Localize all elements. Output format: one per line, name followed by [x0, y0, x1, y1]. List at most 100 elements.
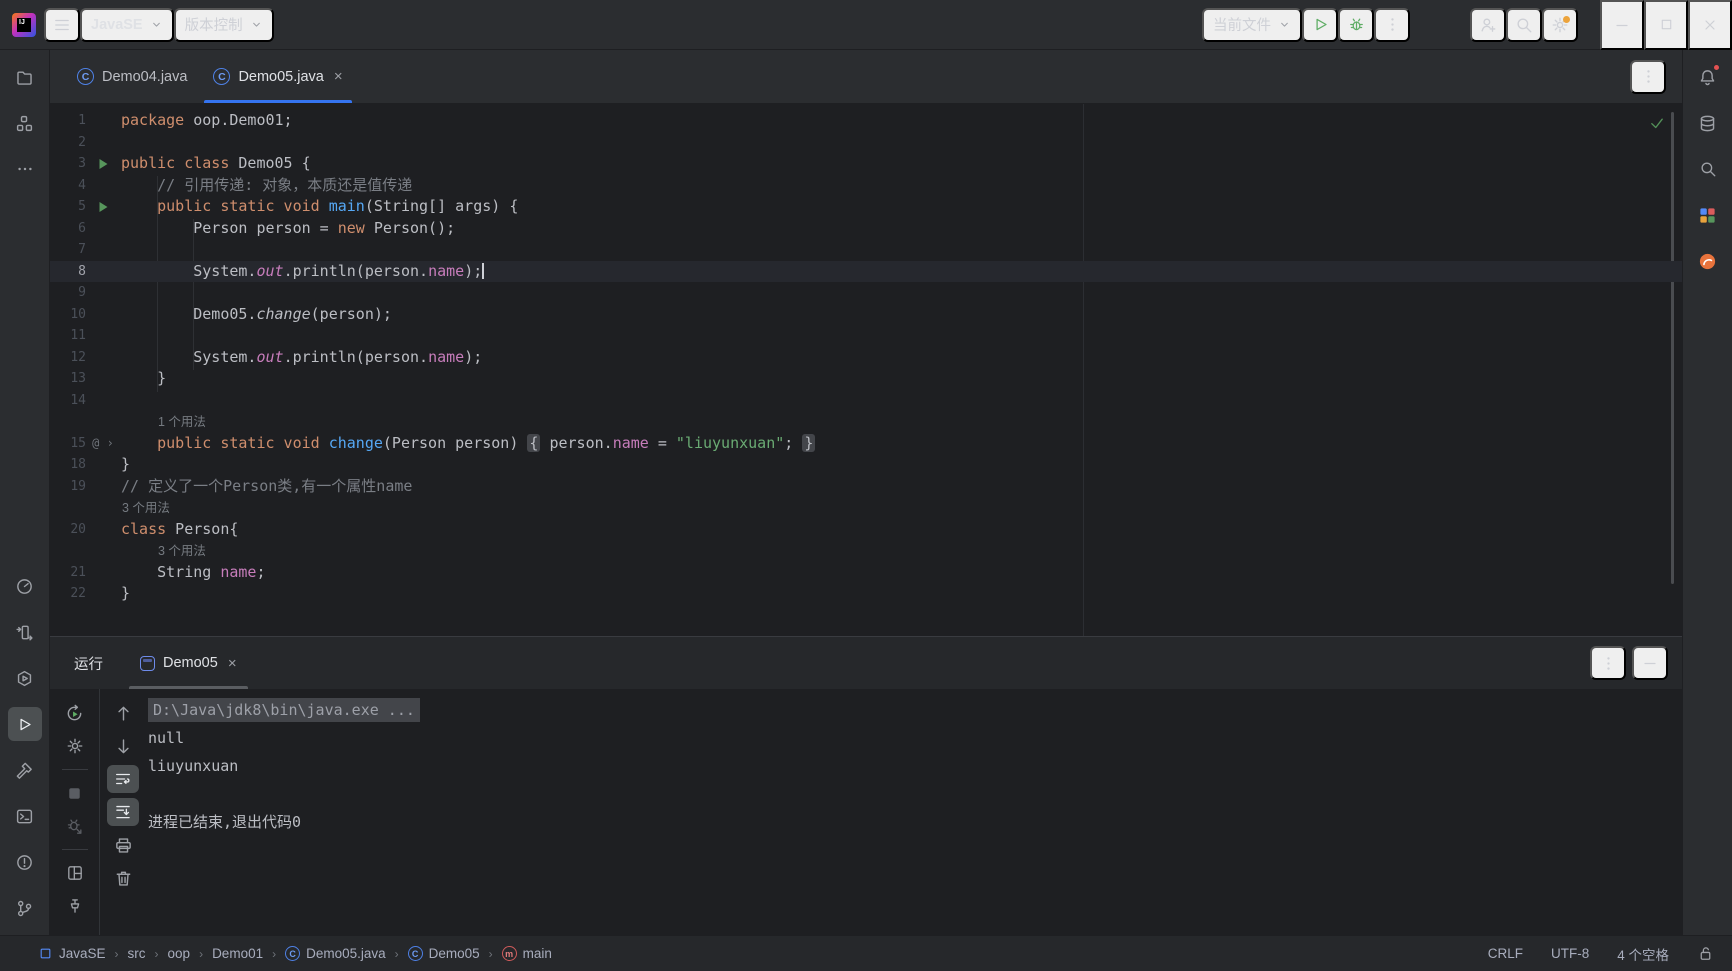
close-icon — [1702, 17, 1718, 33]
search-everywhere-button[interactable] — [1506, 8, 1542, 42]
line-number: 5 — [50, 196, 86, 218]
line-number: 20 — [50, 519, 86, 541]
close-icon[interactable]: × — [334, 68, 343, 85]
close-icon[interactable]: × — [228, 655, 237, 672]
code-text: // 引用传递: 对象，本质还是值传递 — [120, 175, 412, 197]
line-number — [50, 497, 86, 519]
toolwindow-stripe-plugin[interactable] — [1691, 244, 1725, 278]
lock-open-icon[interactable] — [1697, 945, 1714, 962]
toolwindow-stripe-notifications[interactable] — [1691, 60, 1725, 94]
run-gutter-icon[interactable] — [86, 196, 120, 218]
toolwindow-stripe-build[interactable] — [8, 753, 42, 787]
toolwindow-stripe-database[interactable] — [1691, 106, 1725, 140]
breadcrumb-oop[interactable]: oop — [168, 946, 191, 961]
code-line: 21 String name; — [50, 562, 1682, 584]
breadcrumb-demo05.java[interactable]: C Demo05.java — [285, 946, 386, 961]
toolwindow-stripe-profiler[interactable] — [8, 569, 42, 603]
breadcrumb-label: src — [128, 946, 146, 961]
tab-options-button[interactable] — [1630, 60, 1666, 94]
breadcrumb-demo05[interactable]: CDemo05 — [408, 946, 480, 961]
maximize-button[interactable] — [1644, 0, 1688, 50]
run-tab-demo05[interactable]: Demo05 × — [127, 637, 250, 689]
gutter — [86, 519, 120, 541]
line-number: 10 — [50, 304, 86, 326]
stop-icon — [65, 784, 84, 803]
project-widget[interactable]: JavaSE — [80, 8, 174, 42]
stop-button[interactable] — [59, 779, 91, 807]
line-number: 6 — [50, 218, 86, 240]
breadcrumb-src[interactable]: src — [128, 946, 146, 961]
class-icon: C — [285, 946, 300, 961]
code-line: 15@ › public static void change(Person p… — [50, 433, 1682, 455]
console-line: 进程已结束,退出代码0 — [148, 808, 1682, 836]
clear-all-button[interactable] — [107, 864, 139, 892]
toolwindow-stripe-terminal[interactable] — [8, 799, 42, 833]
print-icon — [114, 836, 133, 855]
breadcrumb-javase[interactable]: JavaSE — [38, 946, 106, 961]
status-encoding[interactable]: UTF-8 — [1551, 946, 1589, 961]
line-number: 18 — [50, 454, 86, 476]
close-button[interactable] — [1688, 0, 1732, 50]
console-command-line[interactable]: D:\Java\jdk8\bin\java.exe ... — [148, 698, 420, 722]
print-button[interactable] — [107, 831, 139, 859]
run-gutter-icon[interactable] — [86, 153, 120, 175]
toolwindow-stripe-structure[interactable] — [8, 106, 42, 140]
console-output[interactable]: D:\Java\jdk8\bin\java.exe ...nullliuyunx… — [146, 689, 1682, 935]
status-line-separator[interactable]: CRLF — [1488, 946, 1523, 961]
line-number: 4 — [50, 175, 86, 197]
minimize-button[interactable] — [1600, 0, 1644, 50]
run-toolbar — [50, 689, 100, 935]
up-stack-trace-button[interactable] — [107, 699, 139, 727]
run-settings-button[interactable] — [59, 732, 91, 760]
toolwindow-stripe-more-tool-windows[interactable] — [8, 152, 42, 186]
editor-code[interactable]: 1package oop.Demo01;23public class Demo0… — [50, 104, 1682, 636]
toolwindow-stripe-services[interactable] — [8, 661, 42, 695]
code-line: 6 Person person = new Person(); — [50, 218, 1682, 240]
toolwindow-stripe-problems[interactable] — [8, 845, 42, 879]
pin-button[interactable] — [59, 892, 91, 920]
toolwindow-stripe-maven[interactable] — [1691, 198, 1725, 232]
notification-badge — [1713, 64, 1720, 71]
hide-toolwindow-button[interactable] — [1632, 646, 1668, 680]
toolwindow-stripe-find[interactable] — [1691, 152, 1725, 186]
console-toolbar — [100, 689, 146, 935]
status-indent[interactable]: 4 个空格 — [1617, 944, 1669, 964]
gutter — [86, 583, 120, 605]
console-line: null — [148, 724, 1682, 752]
console-line: D:\Java\jdk8\bin\java.exe ... — [148, 696, 1682, 724]
run-toolwindow: 运行 Demo05 × D:\Java\jdk8\bin\java.exe ..… — [50, 636, 1682, 935]
vcs-widget[interactable]: 版本控制 — [174, 8, 274, 42]
breadcrumb-main[interactable]: mmain — [502, 946, 552, 961]
hamburger-menu-icon — [53, 16, 71, 34]
fold-gutter-icon[interactable]: @ › — [86, 433, 120, 455]
toolwindow-stripe-commit[interactable] — [8, 615, 42, 649]
debug-button[interactable] — [1338, 8, 1374, 42]
rerun-button[interactable] — [59, 699, 91, 727]
down-stack-trace-button[interactable] — [107, 732, 139, 760]
toolwindow-stripe-version-control[interactable] — [8, 891, 42, 925]
code-with-me-button[interactable] — [1470, 8, 1506, 42]
restart-debug-button[interactable] — [59, 812, 91, 840]
code-line: 2 — [50, 132, 1682, 154]
editor-tab-demo04.java[interactable]: CDemo04.java — [64, 50, 200, 103]
main-menu-button[interactable] — [44, 8, 80, 42]
breadcrumb-label: Demo05.java — [306, 946, 386, 961]
rerun-icon — [65, 704, 84, 723]
chevron-down-icon — [150, 18, 163, 31]
commit-icon — [15, 623, 34, 642]
gutter — [86, 497, 120, 519]
breadcrumb-demo01[interactable]: Demo01 — [212, 946, 263, 961]
run-panel-options-button[interactable] — [1590, 646, 1626, 680]
layout-settings-button[interactable] — [59, 859, 91, 887]
scroll-to-end-button[interactable] — [107, 798, 139, 826]
soft-wrap-button[interactable] — [107, 765, 139, 793]
run-configuration-selector[interactable]: 当前文件 — [1202, 8, 1302, 42]
run-button[interactable] — [1302, 8, 1338, 42]
toolwindow-stripe-run[interactable] — [8, 707, 42, 741]
settings-button[interactable] — [1542, 8, 1578, 42]
more-actions-button[interactable] — [1374, 8, 1410, 42]
run-toolwindow-title[interactable]: 运行 — [64, 637, 113, 689]
editor-tab-demo05.java[interactable]: CDemo05.java× — [200, 50, 355, 103]
breadcrumb-separator-icon: › — [489, 947, 493, 961]
toolwindow-stripe-project[interactable] — [8, 60, 42, 94]
